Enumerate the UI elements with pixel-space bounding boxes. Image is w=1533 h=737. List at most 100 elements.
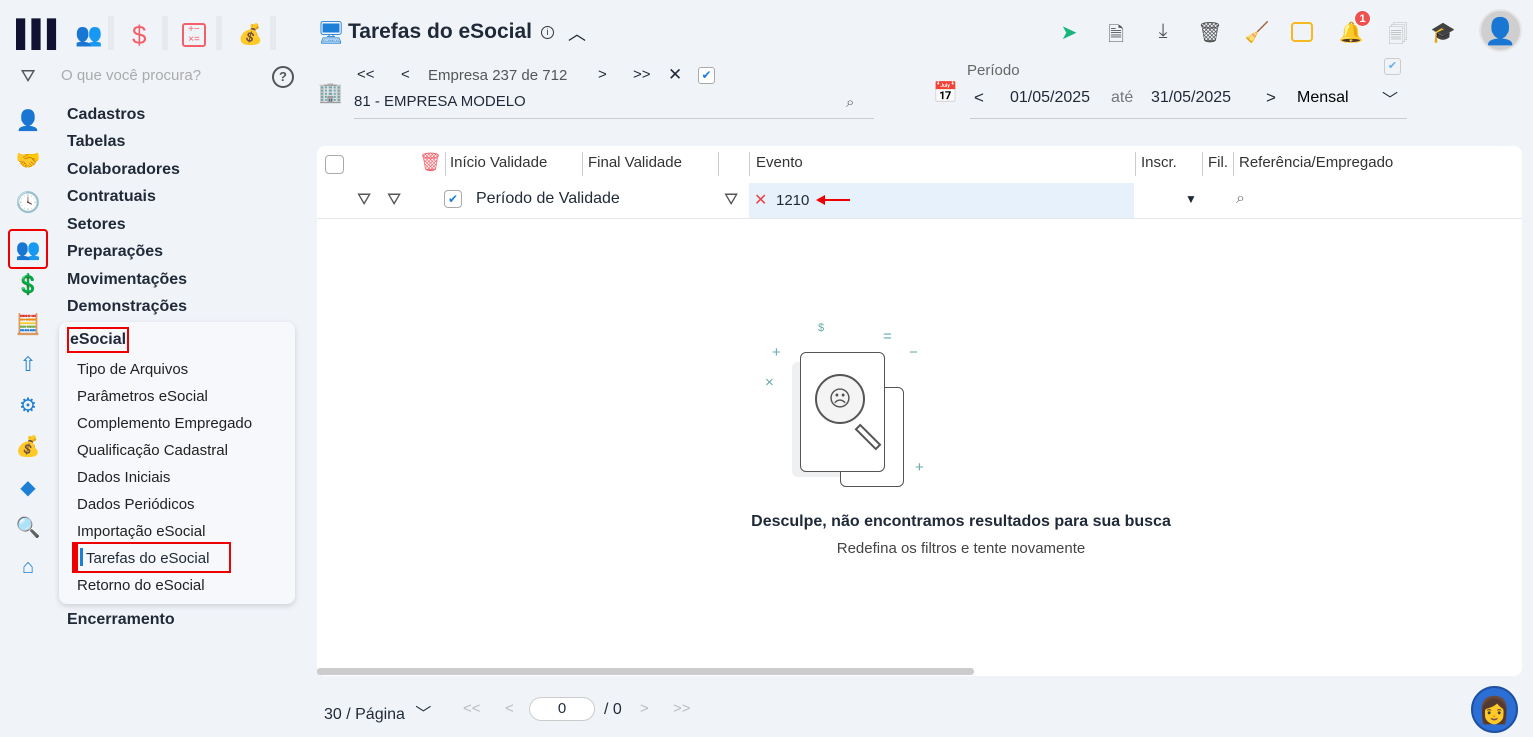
empty-illustration: ☹ $ + × + = −	[760, 322, 930, 492]
broom-icon[interactable]: 🧹	[1244, 20, 1270, 45]
last-page-button[interactable]: >>	[673, 700, 691, 717]
col-fil[interactable]: Fil.	[1208, 154, 1228, 171]
submenu-importacao[interactable]: Importação eSocial	[77, 523, 205, 540]
company-current: 237	[492, 67, 518, 84]
period-type-select[interactable]: Mensal	[1297, 89, 1349, 107]
menu-esocial[interactable]: eSocial	[67, 327, 130, 353]
next-page-button[interactable]: >	[640, 700, 649, 717]
trash-icon[interactable]: 🗑	[1197, 20, 1223, 45]
horizontal-scrollbar[interactable]	[317, 668, 974, 675]
module-people-icon[interactable]: 👥	[75, 22, 102, 48]
building-icon: 🏢	[318, 82, 343, 104]
per-page-select[interactable]: 30 / Página ﹀	[324, 700, 431, 724]
module-dollar-icon[interactable]: $	[132, 20, 146, 51]
upload-icon[interactable]: ⇧	[14, 350, 42, 378]
submenu-qualificacao[interactable]: Qualificação Cadastral	[77, 442, 228, 459]
menu-cadastros[interactable]: Cadastros	[67, 106, 145, 124]
search-input[interactable]: O que você procura?	[61, 67, 201, 84]
collapse-chevron-icon[interactable]: ︿	[568, 20, 586, 46]
col-referencia[interactable]: Referência/Empregado	[1239, 154, 1393, 171]
company-input[interactable]: 81 - EMPRESA MODELO	[354, 93, 874, 119]
submenu-retorno[interactable]: Retorno do eSocial	[77, 577, 205, 594]
event-filter-value[interactable]: 1210	[776, 192, 809, 209]
calculator-icon[interactable]: 🧮	[14, 310, 42, 338]
menu-preparacoes[interactable]: Preparações	[67, 243, 163, 261]
next-period-button[interactable]: >	[1266, 88, 1276, 108]
company-checkbox[interactable]: ✔	[698, 67, 715, 84]
report-search-icon[interactable]: 🗐	[1385, 20, 1411, 54]
download-icon[interactable]: ⤓	[1150, 20, 1176, 43]
prev-page-button[interactable]: <	[505, 700, 514, 717]
filter-icon[interactable]: ⛛	[387, 190, 401, 210]
avatar[interactable]: 👤	[1479, 9, 1522, 52]
document-icon[interactable]: 🗎	[1103, 20, 1129, 54]
submenu-parametros[interactable]: Parâmetros eSocial	[77, 388, 208, 405]
period-validity-checkbox[interactable]: ✔	[444, 190, 462, 208]
send-icon[interactable]: ➤	[1056, 20, 1082, 45]
col-final-validade[interactable]: Final Validade	[588, 154, 682, 171]
prev-company-button[interactable]: <	[401, 66, 410, 83]
period-end-input[interactable]: 31/05/2025	[1151, 89, 1231, 107]
help-icon[interactable]: ?	[272, 66, 294, 88]
money-bag-icon[interactable]: 💰	[14, 432, 42, 460]
company-search-icon[interactable]: ⌕	[846, 94, 854, 111]
search-icon[interactable]: 🔍	[14, 513, 42, 541]
period-start-input[interactable]: 01/05/2025	[1010, 89, 1090, 107]
col-inicio-validade[interactable]: Início Validade	[450, 154, 547, 171]
clock-icon[interactable]: 🕓	[14, 188, 42, 216]
page-title: Tarefas do eSocial	[348, 20, 533, 43]
info-icon[interactable]: i	[541, 26, 554, 39]
assistant-avatar[interactable]: 👩	[1471, 686, 1518, 733]
company-of: de	[521, 67, 539, 84]
col-inscr[interactable]: Inscr.	[1141, 154, 1177, 171]
page-total: / 0	[604, 701, 622, 718]
period-checkbox[interactable]: ✔	[1384, 58, 1401, 75]
submenu-tarefas-label: Tarefas do eSocial	[86, 550, 210, 567]
menu-demonstracoes[interactable]: Demonstrações	[67, 298, 187, 316]
empty-title: Desculpe, não encontramos resultados par…	[751, 513, 1171, 530]
graduation-cap-icon[interactable]: 🎓	[1430, 20, 1456, 45]
monitor-icon: 🖥	[317, 20, 345, 45]
chevron-down-icon[interactable]: ﹀	[1382, 86, 1398, 110]
clear-event-icon[interactable]: ✕	[754, 190, 767, 210]
event-filter-icon[interactable]: ⛛	[724, 190, 738, 210]
select-all-checkbox[interactable]	[325, 155, 344, 174]
submenu-tarefas[interactable]: Tarefas do eSocial	[72, 542, 231, 573]
prev-period-button[interactable]: <	[974, 88, 984, 108]
submenu-dados-periodicos[interactable]: Dados Periódicos	[77, 496, 195, 513]
menu-movimentacoes[interactable]: Movimentações	[67, 271, 187, 289]
user-settings-icon[interactable]: 👤	[14, 106, 42, 134]
calendar-icon: 📅	[933, 82, 958, 104]
inscr-dropdown-icon[interactable]: ▼	[1185, 192, 1197, 206]
logo: ▌▌▌	[16, 18, 65, 48]
clear-company-icon[interactable]: ✕	[668, 65, 682, 85]
menu-colaboradores[interactable]: Colaboradores	[67, 161, 180, 179]
gear-icon[interactable]: ⚙	[14, 391, 42, 419]
menu-contratuais[interactable]: Contratuais	[67, 188, 156, 206]
layers-icon[interactable]: ◆	[14, 473, 42, 501]
reference-search-icon[interactable]: ⌕	[1236, 190, 1245, 208]
period-until-label: até	[1111, 89, 1134, 106]
handshake-icon[interactable]: 🤝	[14, 146, 42, 174]
menu-tabelas[interactable]: Tabelas	[67, 133, 125, 151]
submenu-dados-iniciais[interactable]: Dados Iniciais	[77, 469, 170, 486]
submenu-complemento[interactable]: Complemento Empregado	[77, 415, 252, 432]
next-company-button[interactable]: >	[598, 66, 607, 83]
first-company-button[interactable]: <<	[357, 66, 375, 83]
last-company-button[interactable]: >>	[633, 66, 651, 83]
menu-setores[interactable]: Setores	[67, 216, 126, 234]
note-icon[interactable]	[1291, 22, 1313, 42]
module-calculator-icon[interactable]: +− ×=	[182, 23, 206, 47]
module-money-bag-icon[interactable]: 💰	[238, 22, 263, 47]
filter-icon[interactable]: ⛛	[14, 62, 42, 90]
people-icon[interactable]: 👥	[8, 229, 48, 269]
first-page-button[interactable]: <<	[463, 700, 481, 717]
dollar-icon[interactable]: 💲	[14, 270, 42, 298]
col-evento[interactable]: Evento	[756, 154, 803, 171]
filter-icon[interactable]: ⛛	[357, 190, 371, 210]
submenu-tipo-arquivos[interactable]: Tipo de Arquivos	[77, 361, 188, 378]
home-icon[interactable]: ⌂	[14, 553, 42, 581]
menu-encerramento[interactable]: Encerramento	[67, 611, 175, 629]
page-input[interactable]: 0	[529, 697, 595, 721]
delete-filter-icon[interactable]: 🗑	[419, 152, 442, 173]
